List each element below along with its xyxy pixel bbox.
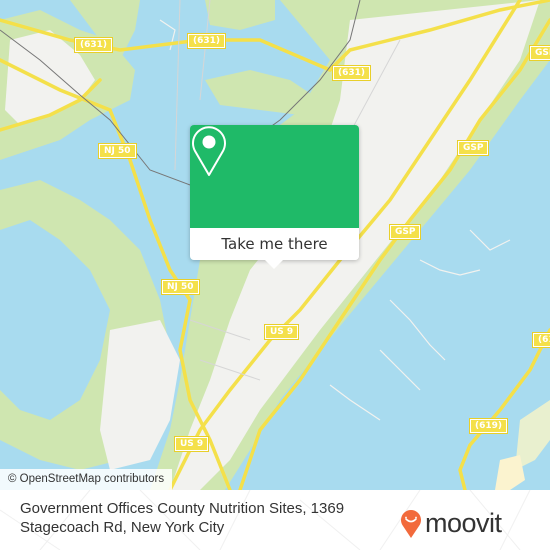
popup-header bbox=[190, 125, 359, 228]
location-popup: Take me there bbox=[190, 125, 359, 269]
land-beach bbox=[495, 455, 525, 490]
road-shield-619: (619) bbox=[468, 418, 509, 434]
road-shield-nj50: NJ 50 bbox=[161, 279, 200, 295]
road-shield-gsp: GSP bbox=[388, 224, 422, 240]
moovit-logo[interactable]: moovit bbox=[400, 508, 502, 539]
map-pin-icon bbox=[192, 126, 226, 176]
road-shield-nj50: NJ 50 bbox=[98, 143, 137, 159]
place-address: Government Offices County Nutrition Site… bbox=[20, 500, 345, 536]
take-me-there-button[interactable]: Take me there bbox=[190, 228, 359, 260]
map-view[interactable]: (631) (631) (631) NJ 50 NJ 50 GSP GSP GS… bbox=[0, 0, 550, 490]
road-shield-us9: US 9 bbox=[263, 324, 300, 340]
road-shield-gsp: GSP bbox=[528, 45, 550, 61]
map-widget: (631) (631) (631) NJ 50 NJ 50 GSP GSP GS… bbox=[0, 0, 550, 550]
road-shield-us9: US 9 bbox=[173, 436, 210, 452]
moovit-wordmark: moovit bbox=[425, 508, 502, 538]
road-shield-gsp: GSP bbox=[456, 140, 490, 156]
road-shield-619: (619) bbox=[531, 332, 550, 348]
popup-tail bbox=[265, 260, 283, 269]
road-shield-631: (631) bbox=[331, 65, 372, 81]
moovit-pin-icon bbox=[401, 509, 421, 538]
land-northeast-island bbox=[205, 0, 275, 30]
road-shield-631: (631) bbox=[73, 37, 114, 53]
road-shield-631: (631) bbox=[186, 33, 227, 49]
map-attribution[interactable]: © OpenStreetMap contributors bbox=[0, 469, 173, 490]
take-me-there-label: Take me there bbox=[221, 235, 328, 253]
